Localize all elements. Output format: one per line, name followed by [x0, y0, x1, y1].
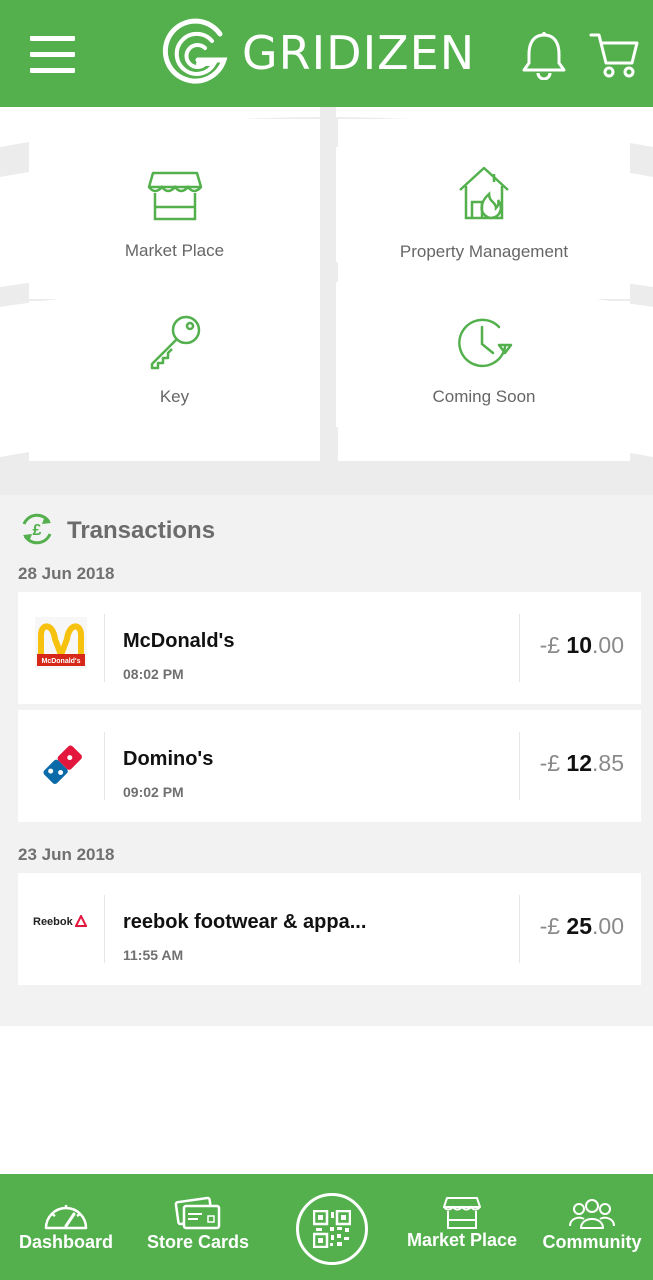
speedometer-icon — [44, 1205, 88, 1230]
transactions-header: £ Transactions — [18, 510, 215, 546]
date-header: 23 Jun 2018 — [18, 845, 115, 864]
mcdonalds-wordmark: McDonald's — [41, 658, 80, 665]
brand-name: GRIDIZEN — [242, 26, 476, 80]
transaction-card[interactable]: Domino's 09:02 PM -£ 12.85 — [18, 710, 641, 822]
hamburger-menu-icon[interactable] — [30, 36, 76, 74]
transaction-card[interactable]: Reebok reebok footwear & appa... 11:55 A… — [18, 873, 641, 985]
qr-code-icon — [313, 1210, 351, 1248]
house-flame-icon — [459, 166, 509, 220]
transaction-card[interactable]: McDonald's McDonald's 08:02 PM -£ 10.00 — [18, 592, 641, 704]
transaction-time: 11:55 AM — [123, 947, 184, 963]
transaction-amount: -£ 25.00 — [539, 913, 624, 939]
nav-qr-scan[interactable] — [296, 1193, 368, 1265]
tile-property-management[interactable]: Property Management — [338, 119, 630, 299]
brand-logo: GRIDIZEN — [162, 16, 474, 92]
date-header: 28 Jun 2018 — [18, 564, 115, 583]
pound-exchange-icon: £ — [22, 513, 52, 545]
merchant-name: reebok footwear & appa... — [123, 911, 367, 933]
gridizen-g-icon — [162, 18, 228, 84]
storefront-icon — [147, 171, 202, 221]
section-title: Transactions — [67, 517, 216, 544]
nav-label: Market Place — [406, 1230, 518, 1250]
nav-label: Store Cards — [146, 1232, 250, 1252]
nav-dashboard[interactable]: Dashboard — [10, 1196, 122, 1253]
nav-label: Dashboard — [18, 1232, 114, 1252]
reebok-logo: Reebok — [18, 873, 104, 985]
transaction-amount: -£ 10.00 — [539, 632, 624, 658]
key-icon — [150, 315, 200, 370]
mcdonalds-logo: McDonald's — [18, 592, 104, 704]
transactions-section: £ Transactions 28 Jun 2018 McDonald's Mc… — [0, 495, 653, 1026]
tile-coming-soon[interactable]: Coming Soon — [338, 301, 630, 461]
nav-label: Community — [542, 1232, 642, 1252]
tile-label: Coming Soon — [432, 387, 536, 406]
clock-icon — [458, 318, 513, 368]
top-app-bar: GRIDIZEN — [0, 0, 653, 107]
nav-community[interactable]: Community — [536, 1196, 648, 1253]
transaction-time: 08:02 PM — [123, 666, 184, 682]
feature-tiles: Market Place Property Management Key Com… — [0, 107, 653, 495]
tile-label: Property Management — [399, 242, 569, 261]
bottom-navigation: Dashboard Store Cards Market Place Commu… — [0, 1174, 653, 1280]
storefront-icon — [443, 1197, 481, 1229]
nav-store-cards[interactable]: Store Cards — [142, 1196, 254, 1253]
dominos-logo — [18, 710, 104, 822]
svg-text:£: £ — [33, 522, 42, 539]
nav-market-place[interactable]: Market Place — [400, 1196, 524, 1251]
bell-icon[interactable] — [520, 30, 568, 80]
merchant-name: Domino's — [123, 748, 214, 770]
transaction-time: 09:02 PM — [123, 784, 184, 800]
transaction-amount: -£ 12.85 — [539, 750, 624, 776]
tile-key[interactable]: Key — [29, 301, 320, 461]
merchant-name: McDonald's — [123, 630, 235, 652]
shopping-cart-icon[interactable] — [588, 30, 640, 80]
cards-icon — [174, 1196, 221, 1230]
tile-label: Key — [159, 387, 190, 406]
people-icon — [569, 1199, 615, 1229]
tile-market-place[interactable]: Market Place — [29, 119, 320, 299]
tile-label: Market Place — [124, 241, 225, 260]
